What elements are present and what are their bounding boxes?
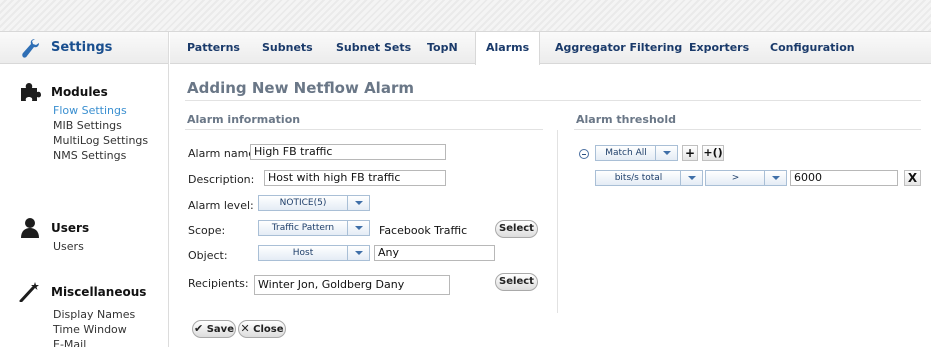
sidebar-item-users[interactable]: Users [53,240,84,253]
sidebar-item-display-names[interactable]: Display Names [53,308,135,321]
description-field[interactable]: Host with high FB traffic [264,170,446,186]
recipients-field[interactable]: Winter Jon, Goldberg Dany [254,275,450,295]
match-select[interactable]: Match All [595,145,678,161]
recipients-select-button[interactable]: Select [495,273,538,291]
metric-select[interactable]: bits/s total [595,170,703,186]
sidebar-title: Settings [51,40,113,55]
sidebar-heading-modules: Modules [51,85,108,99]
puzzle-icon [21,83,41,101]
alarm-name-field[interactable]: High FB traffic [250,144,446,160]
sidebar-item-email[interactable]: E-Mail [53,338,86,347]
alarm-level-select[interactable]: NOTICE(5) [258,195,370,211]
alarm-threshold-title: Alarm threshold [576,113,676,126]
sidebar-heading-users: Users [51,221,90,235]
object-field[interactable]: Any [374,245,495,261]
close-icon: ✕ [240,322,250,335]
alarm-level-label: Alarm level: [188,199,254,212]
alarm-level-value: NOTICE(5) [279,198,327,208]
sidebar-item-nms-settings[interactable]: NMS Settings [53,149,126,162]
tab-bar: Patterns Subnets Subnet Sets TopN Alarms… [170,32,931,65]
tab-patterns[interactable]: Patterns [187,41,240,54]
alarm-name-label: Alarm name: [188,147,259,160]
description-label: Description: [188,173,255,186]
tab-subnet-sets[interactable]: Subnet Sets [336,41,411,54]
tab-alarms[interactable]: Alarms [475,32,541,65]
scope-pattern-text: Facebook Traffic [379,224,468,237]
sidebar-header: Settings [0,32,168,64]
scope-value: Traffic Pattern [271,223,335,233]
wrench-icon [22,39,39,58]
chevron-down-icon [655,146,677,160]
tab-topn[interactable]: TopN [427,41,458,54]
recipients-label: Recipients: [188,277,249,290]
tab-subnets[interactable]: Subnets [262,41,313,54]
object-label: Object: [188,249,228,262]
sidebar-item-time-window[interactable]: Time Window [53,323,127,336]
object-select[interactable]: Host [258,245,370,261]
threshold-value-field[interactable]: 6000 [790,170,898,186]
chevron-down-icon [347,196,369,210]
scope-label: Scope: [188,224,226,237]
user-icon [21,218,39,238]
sidebar-item-flow-settings[interactable]: Flow Settings [53,104,127,117]
close-label: Close [253,324,284,335]
scope-select-button[interactable]: Select [495,220,538,238]
top-stripe [0,0,931,32]
alarm-threshold-divider [574,129,921,130]
sidebar-item-multilog-settings[interactable]: MultiLog Settings [53,134,148,147]
sidebar: Settings Modules Flow Settings MIB Setti… [0,32,169,347]
save-label: Save [206,324,234,335]
tab-configuration[interactable]: Configuration [770,41,855,54]
page-title: Adding New Netflow Alarm [187,79,414,97]
tab-exporters[interactable]: Exporters [689,41,749,54]
collapse-icon[interactable] [579,149,589,159]
metric-value: bits/s total [614,173,663,183]
title-divider [185,100,921,101]
object-value: Host [292,248,314,258]
section-divider [557,130,558,313]
alarm-info-title: Alarm information [187,113,301,126]
sidebar-heading-miscellaneous: Miscellaneous [51,285,147,299]
tab-aggregator-filtering[interactable]: Aggregator Filtering [555,41,682,54]
save-button[interactable]: ✔ Save [192,320,236,338]
operator-select[interactable]: > [705,170,787,186]
add-group-button[interactable]: +() [702,145,724,161]
operator-value: > [731,173,740,183]
chevron-down-icon [347,221,369,235]
chevron-down-icon [347,246,369,260]
add-condition-button[interactable]: + [682,145,698,161]
chevron-down-icon [680,171,702,185]
scope-select[interactable]: Traffic Pattern [258,220,370,236]
match-value: Match All [605,148,647,158]
alarm-info-divider [185,129,543,130]
chevron-down-icon [764,171,786,185]
sidebar-item-mib-settings[interactable]: MIB Settings [53,119,122,132]
remove-condition-button[interactable]: X [904,170,921,186]
magic-wand-icon [19,282,39,302]
checkmark-icon: ✔ [194,322,204,335]
close-button[interactable]: ✕ Close [238,320,286,338]
